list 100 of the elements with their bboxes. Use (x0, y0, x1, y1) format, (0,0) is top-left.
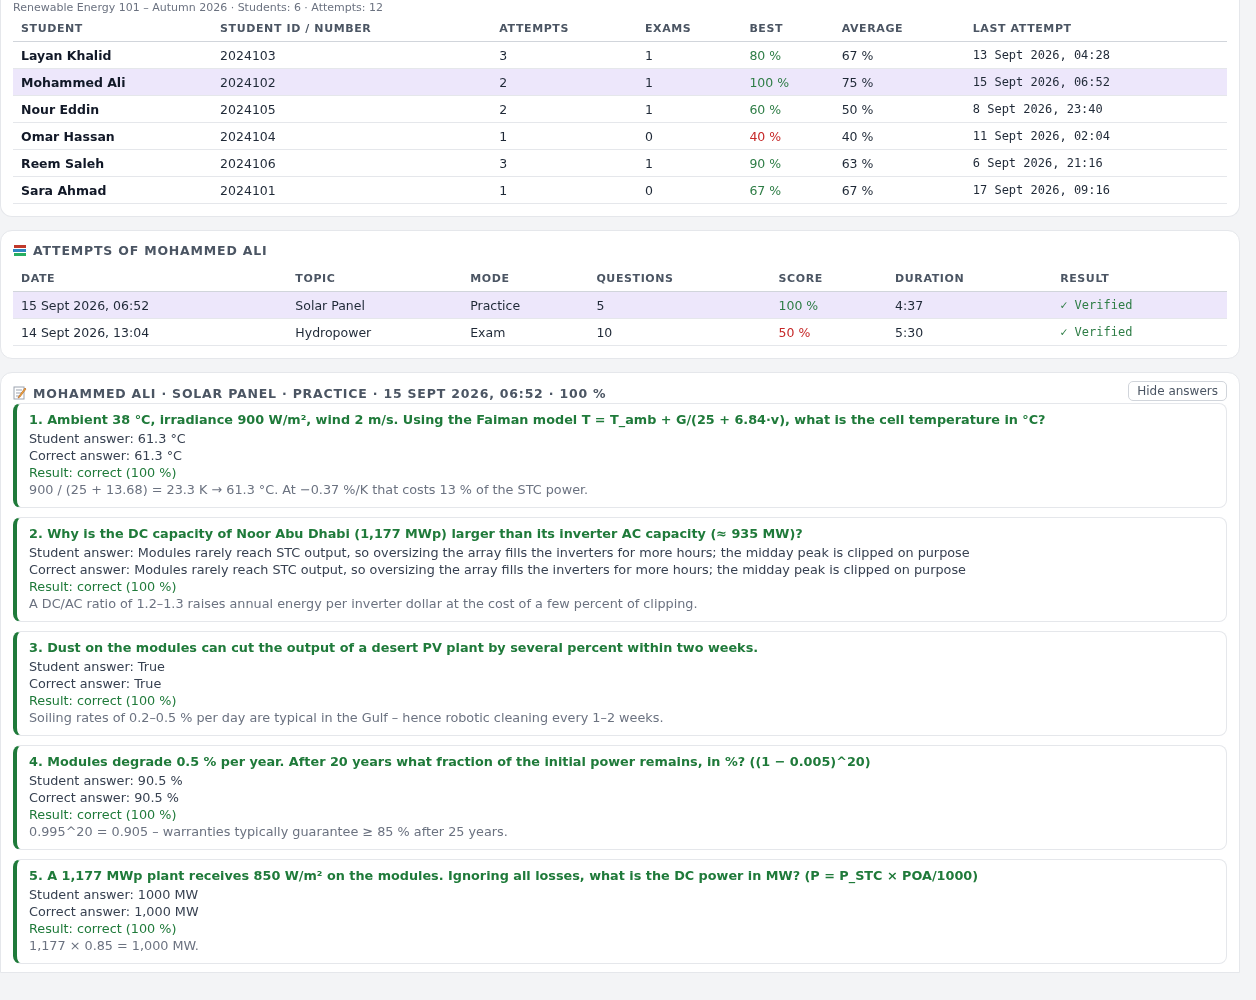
memo-icon (13, 386, 27, 400)
table-cell: 50 % (833, 95, 965, 123)
best-score: 60 % (741, 95, 834, 123)
student-name: Sara Ahmad (13, 176, 213, 204)
table-cell: 67 % (833, 41, 965, 69)
result-text: Result: correct (100 %) (29, 920, 178, 937)
section-title: ATTEMPTS OF MOHAMMED ALI (33, 243, 268, 258)
column-header: LAST ATTEMPT (964, 16, 1227, 42)
table-cell: 40 % (833, 122, 965, 150)
question-text: 1. Ambient 38 °C, irradiance 900 W/m², wind 2 m/s. Using the Faiman model T = T_amb + G/(25 + 6.84·v), what is the cell temperature in °C? (29, 411, 1047, 428)
column-header: DATE (13, 266, 288, 292)
table-cell: 2 (491, 95, 637, 123)
table-cell: 0 (637, 122, 742, 150)
question-text: 5. A 1,177 MWp plant receives 850 W/m² on the modules. Ignoring all losses, what is the DC power in MW? (P = P_STC × POA/1000) (29, 867, 980, 884)
result-text: Result: correct (100 %) (29, 464, 178, 481)
table-cell: 15 Sept 2026, 06:52 (13, 291, 288, 319)
column-header: BEST (741, 16, 834, 42)
column-header: SCORE (770, 266, 888, 292)
column-header: MODE (462, 266, 589, 292)
attempt-row[interactable]: 15 Sept 2026, 06:52 Solar Panel Practice 5 100 % 4:37 ✓ Verified (13, 291, 1227, 319)
books-icon (13, 244, 27, 257)
student-name: Mohammed Ali (13, 68, 213, 96)
best-score: 90 % (741, 149, 834, 177)
explanation-text: 1,177 × 0.85 = 1,000 MW. (29, 937, 200, 954)
best-score: 40 % (741, 122, 834, 150)
student-answer: Student answer: True (29, 658, 166, 675)
table-cell: 1 (637, 68, 742, 96)
result-status: ✓ Verified (1052, 318, 1227, 346)
correct-answer: Correct answer: 90.5 % (29, 789, 180, 806)
best-score: 80 % (741, 41, 834, 69)
table-cell: 0 (637, 176, 742, 204)
student-row[interactable]: Omar Hassan 2024104 1 0 40 % 40 % 11 Sept 2026, 02:04 (13, 122, 1227, 150)
result-text: Result: correct (100 %) (29, 578, 178, 595)
correct-answer: Correct answer: 1,000 MW (29, 903, 200, 920)
student-row[interactable]: Nour Eddin 2024105 2 1 60 % 50 % 8 Sept 2026, 23:40 (13, 95, 1227, 123)
table-cell: 5 (588, 291, 771, 319)
result-text: Result: correct (100 %) (29, 692, 178, 709)
column-header: STUDENT (13, 16, 213, 42)
table-cell: 4:37 (887, 291, 1053, 319)
table-cell: 6 Sept 2026, 21:16 (964, 149, 1227, 177)
table-cell: 2024102 (212, 68, 492, 96)
explanation-text: A DC/AC ratio of 1.2–1.3 raises annual energy per inverter dollar at the cost of a few percent of clipping. (29, 595, 699, 612)
table-cell: 2024101 (212, 176, 492, 204)
table-cell: 8 Sept 2026, 23:40 (964, 95, 1227, 123)
correct-answer: Correct answer: Modules rarely reach STC output, so oversizing the array fills the inverters for more hours; the midday peak is clipped on purpose (29, 561, 967, 578)
table-cell: 2024103 (212, 41, 492, 69)
hide-answers-button[interactable]: Hide answers (1128, 381, 1227, 401)
table-cell: 2024104 (212, 122, 492, 150)
table-cell: 13 Sept 2026, 04:28 (964, 41, 1227, 69)
student-row[interactable]: Mohammed Ali 2024102 2 1 100 % 75 % 15 Sept 2026, 06:52 (13, 68, 1227, 96)
table-cell: 14 Sept 2026, 13:04 (13, 318, 288, 346)
result-text: Result: correct (100 %) (29, 806, 178, 823)
table-cell: Solar Panel (287, 291, 463, 319)
explanation-text: Soiling rates of 0.2–0.5 % per day are typical in the Gulf – hence robotic cleaning every 1–2 weeks. (29, 709, 665, 726)
table-cell: 2024106 (212, 149, 492, 177)
table-cell: 17 Sept 2026, 09:16 (964, 176, 1227, 204)
student-name: Omar Hassan (13, 122, 213, 150)
explanation-text: 900 / (25 + 13.68) = 23.3 K → 61.3 °C. At −0.37 %/K that costs 13 % of the STC power. (29, 481, 590, 498)
table-cell: 67 % (833, 176, 965, 204)
table-cell: 11 Sept 2026, 02:04 (964, 122, 1227, 150)
question-text: 2. Why is the DC capacity of Noor Abu Dhabi (1,177 MWp) larger than its inverter AC capacity (≈ 935 MW)? (29, 525, 804, 542)
student-row[interactable]: Reem Saleh 2024106 3 1 90 % 63 % 6 Sept 2026, 21:16 (13, 149, 1227, 177)
attempt-row[interactable]: 14 Sept 2026, 13:04 Hydropower Exam 10 50 % 5:30 ✓ Verified (13, 318, 1227, 346)
table-cell: 5:30 (887, 318, 1053, 346)
column-header: STUDENT ID / NUMBER (212, 16, 492, 42)
table-cell: 10 (588, 318, 771, 346)
result-status: ✓ Verified (1052, 291, 1227, 319)
course-summary: Renewable Energy 101 – Autumn 2026 · Students: 6 · Attempts: 12 (13, 1, 385, 14)
table-cell: 1 (491, 176, 637, 204)
column-header: EXAMS (637, 16, 742, 42)
table-cell: 3 (491, 149, 637, 177)
best-score: 100 % (741, 68, 834, 96)
correct-answer: Correct answer: True (29, 675, 163, 692)
table-cell: 1 (637, 149, 742, 177)
best-score: 67 % (741, 176, 834, 204)
table-cell: 75 % (833, 68, 965, 96)
student-answer: Student answer: Modules rarely reach STC output, so oversizing the array fills the inverters for more hours; the midday peak is clipped on purpose (29, 544, 971, 561)
table-cell: 63 % (833, 149, 965, 177)
table-cell: 2024105 (212, 95, 492, 123)
table-cell: 1 (637, 41, 742, 69)
correct-answer: Correct answer: 61.3 °C (29, 447, 184, 464)
table-cell: 15 Sept 2026, 06:52 (964, 68, 1227, 96)
student-answer: Student answer: 1000 MW (29, 886, 200, 903)
table-cell: Hydropower (287, 318, 463, 346)
student-row[interactable]: Layan Khalid 2024103 3 1 80 % 67 % 13 Sept 2026, 04:28 (13, 41, 1227, 69)
student-name: Layan Khalid (13, 41, 213, 69)
score: 50 % (770, 318, 888, 346)
table-cell: Practice (462, 291, 589, 319)
table-cell: 1 (491, 122, 637, 150)
student-name: Nour Eddin (13, 95, 213, 123)
table-cell: 3 (491, 41, 637, 69)
table-cell: 1 (637, 95, 742, 123)
student-row[interactable]: Sara Ahmad 2024101 1 0 67 % 67 % 17 Sept 2026, 09:16 (13, 176, 1227, 204)
student-answer: Student answer: 90.5 % (29, 772, 184, 789)
student-answer: Student answer: 61.3 °C (29, 430, 187, 447)
column-header: AVERAGE (833, 16, 965, 42)
explanation-text: 0.995^20 = 0.905 – warranties typically guarantee ≥ 85 % after 25 years. (29, 823, 509, 840)
question-text: 3. Dust on the modules can cut the output of a desert PV plant by several percent within two weeks. (29, 639, 760, 656)
column-header: DURATION (887, 266, 1053, 292)
column-header: RESULT (1052, 266, 1227, 292)
